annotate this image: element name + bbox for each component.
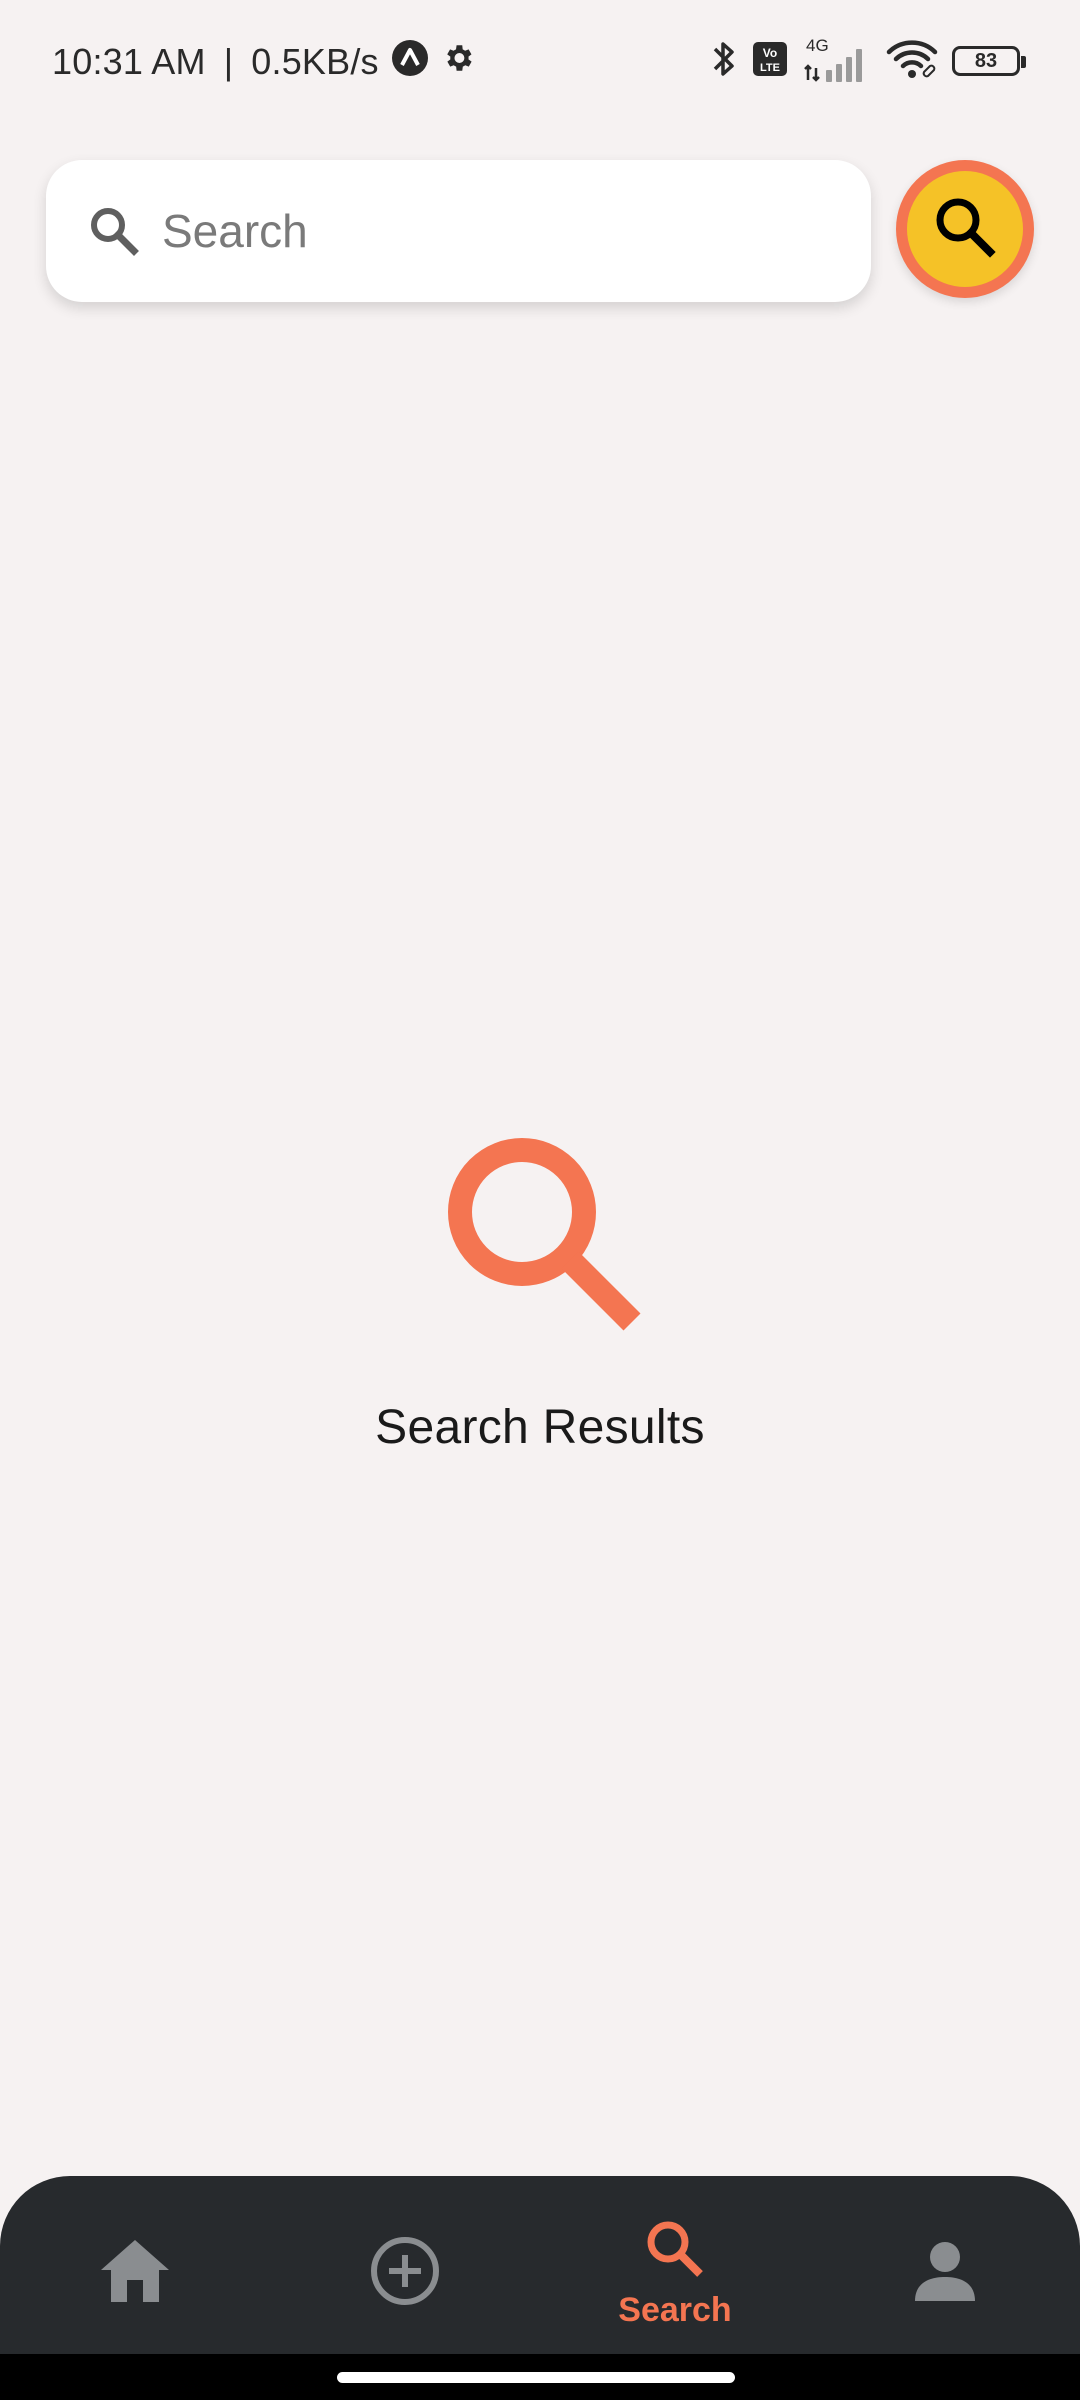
person-icon	[913, 2239, 977, 2308]
nav-item-profile[interactable]	[845, 2198, 1045, 2348]
search-input[interactable]	[162, 191, 822, 271]
status-left: 10:31 AM | 0.5KB/s	[52, 38, 475, 86]
svg-text:LTE: LTE	[760, 62, 780, 74]
status-bar: 10:31 AM | 0.5KB/s Vo LTE 4G 83	[0, 0, 1080, 120]
home-icon	[97, 2236, 173, 2311]
empty-state-title: Search Results	[375, 1401, 705, 1454]
cellular-signal-icon: 4G	[802, 36, 872, 82]
settings-gear-icon	[441, 41, 475, 84]
battery-icon: 83	[952, 46, 1026, 76]
battery-level: 83	[974, 49, 998, 72]
svg-text:Vo: Vo	[763, 46, 777, 60]
search-icon	[928, 190, 1002, 269]
status-right: Vo LTE 4G 83	[710, 36, 1026, 86]
search-bar[interactable]	[46, 160, 871, 302]
app-notification-icon	[391, 39, 429, 86]
status-separator: |	[223, 41, 234, 82]
status-time: 10:31 AM	[52, 41, 206, 82]
search-button[interactable]	[896, 160, 1034, 298]
home-indicator[interactable]	[337, 2372, 735, 2383]
search-icon	[440, 1130, 660, 1350]
search-icon	[642, 2216, 708, 2287]
wifi-icon	[886, 38, 938, 85]
search-icon	[84, 201, 144, 261]
volte-icon: Vo LTE	[752, 41, 788, 82]
network-speed: 0.5KB/s	[251, 41, 379, 82]
search-screen: 10:31 AM | 0.5KB/s Vo LTE 4G 83 Search S…	[0, 0, 1080, 2400]
add-circle-icon	[368, 2234, 442, 2313]
nav-item-add[interactable]	[305, 2198, 505, 2348]
nav-item-search[interactable]: Search	[575, 2198, 775, 2348]
search-results-empty-state: Search Results	[0, 1130, 1080, 1455]
nav-item-home[interactable]	[35, 2198, 235, 2348]
nav-label-search: Search	[618, 2291, 732, 2329]
bluetooth-icon	[710, 38, 738, 85]
